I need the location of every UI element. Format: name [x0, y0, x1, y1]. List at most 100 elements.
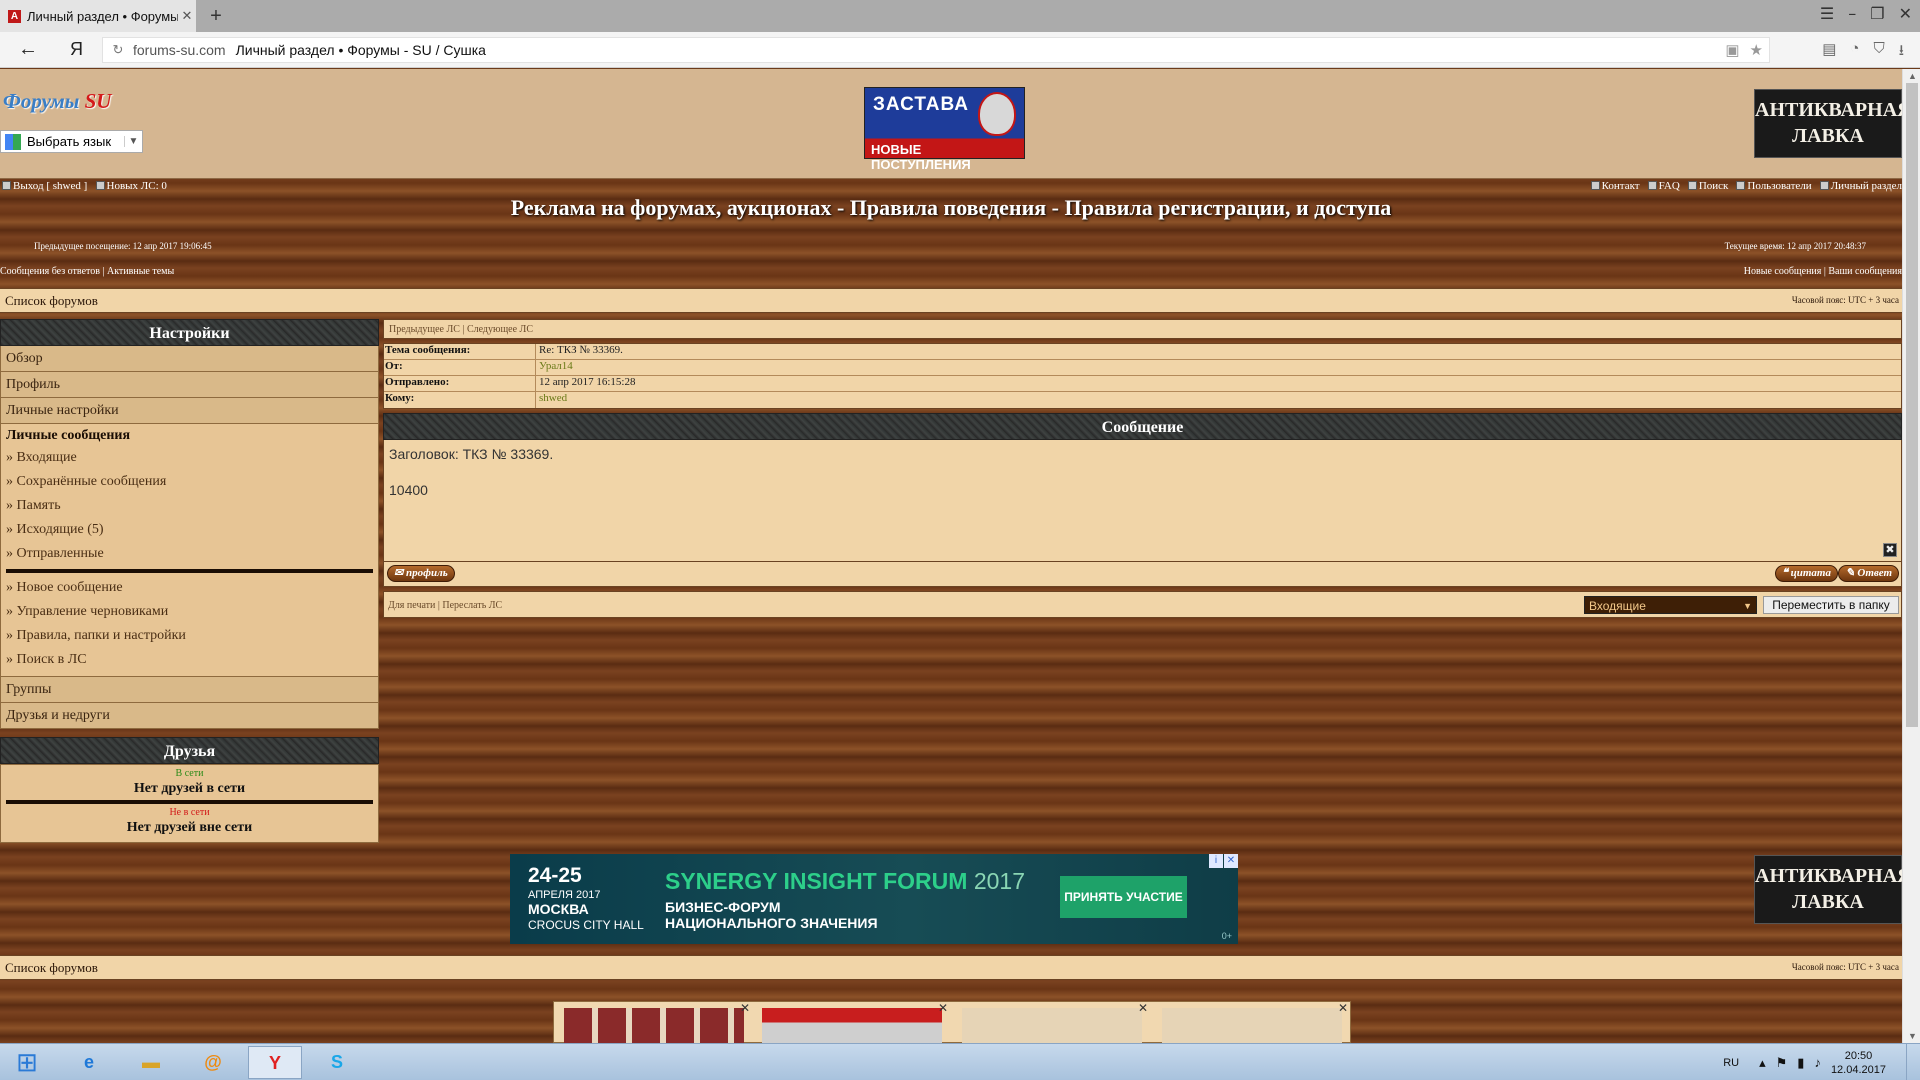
close-icon[interactable]: ✖	[1883, 543, 1897, 557]
logout-label: Выход [ shwed ]	[13, 180, 88, 192]
folder-icon[interactable]: ▬	[124, 1046, 178, 1079]
scroll-up-icon[interactable]: ▲	[1908, 71, 1917, 81]
mail-agent-icon[interactable]: @	[186, 1046, 240, 1079]
show-desktop-button[interactable]	[1906, 1044, 1920, 1080]
pm-rules[interactable]: » Правила, папки и настройки	[6, 624, 373, 648]
folder-select[interactable]: Входящие ▼	[1584, 596, 1757, 614]
quick-links-left[interactable]: Сообщения без ответов | Активные темы	[0, 266, 174, 277]
reply-button[interactable]: ✎ Ответ	[1838, 565, 1899, 582]
divider	[6, 800, 373, 804]
browser-tab-bar: A Личный раздел • Форумы - SU / Сушка ✕ …	[0, 0, 1920, 32]
quick-links-right[interactable]: Новые сообщения | Ваши сообщения	[1744, 266, 1902, 277]
language-select[interactable]: Выбрать язык ▼	[0, 130, 143, 153]
close-icon[interactable]: ✕	[1138, 1001, 1148, 1016]
pm-search[interactable]: » Поиск в ЛС	[6, 648, 373, 672]
scroll-down-icon[interactable]: ▼	[1908, 1031, 1917, 1041]
close-icon[interactable]: ✕	[740, 1001, 750, 1016]
clock[interactable]: 20:50 12.04.2017	[1831, 1049, 1886, 1077]
sidebar-item-groups[interactable]: Группы	[0, 677, 379, 703]
pm-saved[interactable]: » Сохранённые сообщения	[6, 470, 373, 494]
coins-thumbnail[interactable]: ✕	[762, 1001, 948, 1043]
pm-memory[interactable]: » Память	[6, 494, 373, 518]
internet-explorer-icon[interactable]: e	[62, 1046, 116, 1079]
zastava-subtitle: НОВЫЕ ПОСТУПЛЕНИЯ	[871, 142, 971, 172]
minimize-icon[interactable]: –	[1848, 4, 1856, 23]
logout-link[interactable]: Выход [ shwed ]	[2, 180, 87, 192]
pm-compose[interactable]: » Новое сообщение	[6, 576, 373, 600]
back-arrow-icon[interactable]: ←	[18, 38, 38, 61]
reader-icon[interactable]: ▣	[1725, 41, 1739, 59]
sidebar-item-profile[interactable]: Профиль	[0, 372, 379, 398]
menu-icon[interactable]: ☰	[1820, 4, 1834, 23]
page-scrollbar[interactable]: ▲ ▼	[1902, 69, 1920, 1043]
main-heading[interactable]: Реклама на форумах, аукционах - Правила …	[0, 195, 1902, 221]
blank-thumbnail[interactable]: ✕	[1162, 1001, 1348, 1043]
to-user-link[interactable]: shwed	[536, 392, 567, 408]
from-user-link[interactable]: Урал14	[536, 360, 573, 375]
tray-arrow-icon[interactable]: ▴	[1759, 1055, 1766, 1071]
synergy-ad[interactable]: 24-25 АПРЕЛЯ 2017 МОСКВА CROCUS CITY HAL…	[510, 854, 1238, 944]
skype-icon[interactable]: S	[310, 1046, 364, 1079]
forum-list-link[interactable]: Список форумов	[5, 960, 98, 976]
language-indicator[interactable]: RU	[1723, 1057, 1739, 1069]
quote-button[interactable]: ❝ цитата	[1774, 565, 1838, 582]
nav-ucp[interactable]: Личный раздел	[1819, 180, 1902, 192]
antique-shop-banner[interactable]: АНТИКВАРНАЯ ЛАВКА	[1754, 89, 1902, 158]
ad-info-icon[interactable]: i	[1209, 854, 1223, 868]
pm-title[interactable]: Личные сообщения	[6, 428, 373, 444]
move-to-folder-button[interactable]: Переместить в папку	[1763, 596, 1899, 614]
yandex-icon[interactable]: Я	[70, 39, 83, 60]
restore-icon[interactable]: ❐	[1870, 4, 1884, 23]
browser-tab[interactable]: A Личный раздел • Форумы - SU / Сушка ✕	[0, 0, 196, 32]
friends-panel: Друзья В сети Нет друзей в сети Не в сет…	[0, 737, 379, 843]
reload-icon[interactable]: ↻	[103, 42, 133, 58]
print-forward-links[interactable]: Для печати | Переслать ЛС	[388, 600, 502, 611]
close-icon[interactable]: ✕	[1338, 1001, 1348, 1016]
volume-icon[interactable]: ♪	[1814, 1055, 1821, 1070]
pm-sent[interactable]: » Отправленные	[6, 542, 373, 566]
forum-list-link[interactable]: Список форумов	[5, 293, 98, 309]
ad-cta-button[interactable]: ПРИНЯТЬ УЧАСТИЕ	[1060, 876, 1187, 918]
nav-contact[interactable]: Контакт	[1590, 180, 1640, 192]
flag-icon[interactable]: ⚑	[1776, 1055, 1788, 1071]
yandex-browser-icon[interactable]: Y	[248, 1046, 302, 1079]
network-icon[interactable]: ▮	[1797, 1055, 1804, 1071]
sidebar-item-preferences[interactable]: Личные настройки	[0, 398, 379, 424]
new-pm-link[interactable]: Новых ЛС: 0	[95, 180, 167, 192]
close-window-icon[interactable]: ✕	[1899, 4, 1912, 23]
antique-line2: ЛАВКА	[1792, 125, 1864, 147]
new-tab-button[interactable]: +	[204, 4, 228, 28]
clock-time: 20:50	[1844, 1049, 1873, 1062]
forum-list-bar-bottom: Список форумов Часовой пояс: UTC + 3 час…	[0, 955, 1902, 980]
antique-shop-banner-bottom[interactable]: АНТИКВАРНАЯ ЛАВКА	[1754, 855, 1902, 924]
stamps-thumbnail[interactable]: ✕	[564, 1001, 750, 1043]
shield-icon[interactable]: ⛉	[1873, 40, 1884, 65]
turbo-icon[interactable]: ◔	[1850, 40, 1859, 65]
antique-line1: АНТИКВАРНАЯ	[1755, 99, 1902, 121]
zastava-title: ЗАСТАВА	[873, 94, 970, 115]
nav-search[interactable]: Поиск	[1687, 180, 1728, 192]
bookmark-star-icon[interactable]: ★	[1750, 41, 1763, 59]
close-icon[interactable]: ✕	[938, 1001, 948, 1016]
prev-next-pm[interactable]: Предыдущее ЛС | Следующее ЛС	[383, 319, 1902, 339]
download-icon[interactable]: ⭳	[1899, 40, 1904, 65]
nav-faq[interactable]: FAQ	[1647, 180, 1680, 192]
url-field[interactable]: ↻ forums-su.com Личный раздел • Форумы -…	[102, 37, 1770, 63]
profile-button[interactable]: ✉ профиль	[387, 565, 455, 582]
sidebar-item-overview[interactable]: Обзор	[0, 346, 379, 372]
zastava-banner[interactable]: ЗАСТАВА НОВЫЕ ПОСТУПЛЕНИЯ	[864, 87, 1025, 172]
scrollbar-thumb[interactable]	[1906, 83, 1918, 727]
ad-close-icon[interactable]: ✕	[1224, 854, 1238, 868]
pm-drafts[interactable]: » Управление черновиками	[6, 600, 373, 624]
pm-content: Предыдущее ЛС | Следующее ЛС Тема сообще…	[383, 319, 1902, 618]
profile-button-label: профиль	[405, 567, 448, 579]
nav-users[interactable]: Пользователи	[1736, 180, 1812, 192]
blank-thumbnail[interactable]: ✕	[962, 1001, 1148, 1043]
start-button-icon[interactable]: ⊞	[0, 1046, 54, 1079]
pm-outbox[interactable]: » Исходящие (5)	[6, 518, 373, 542]
pm-inbox[interactable]: » Входящие	[6, 446, 373, 470]
sidebar-item-friends-foes[interactable]: Друзья и недруги	[0, 703, 379, 729]
site-logo[interactable]: Форумы SU	[3, 89, 111, 114]
extension-icon[interactable]: ▤	[1822, 40, 1836, 65]
tab-close-icon[interactable]: ✕	[178, 8, 196, 24]
